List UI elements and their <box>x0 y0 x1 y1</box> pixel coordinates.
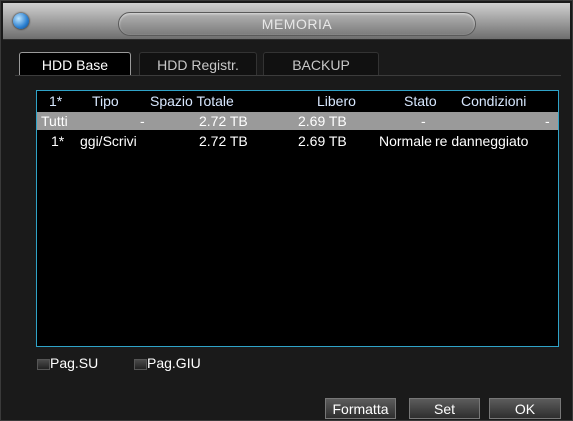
column-header-index: 1* <box>49 93 63 109</box>
table-row[interactable]: Tutti - 2.72 TB 2.69 TB - - <box>37 112 558 130</box>
cell-condizioni: - <box>545 113 550 129</box>
column-header-libero: Libero <box>317 93 356 109</box>
tab-divider <box>15 75 561 76</box>
column-header-tipo: Tipo <box>92 93 119 109</box>
ok-button[interactable]: OK <box>489 398 561 419</box>
tab-backup[interactable]: BACKUP <box>263 52 379 76</box>
column-header-condizioni: Condizioni <box>461 93 527 109</box>
table-header: 1* Tipo Spazio Totale Libero Stato Condi… <box>37 92 558 110</box>
disk-table: 1* Tipo Spazio Totale Libero Stato Condi… <box>36 90 559 347</box>
set-button[interactable]: Set <box>409 398 480 419</box>
tab-hdd-base[interactable]: HDD Base <box>19 52 131 76</box>
window-title: MEMORIA <box>118 12 476 36</box>
page-up-icon[interactable] <box>37 359 50 370</box>
cell-libero: 2.69 TB <box>298 133 347 149</box>
memoria-window: MEMORIA HDD Base HDD Registr. BACKUP 1* … <box>0 0 573 421</box>
format-button[interactable]: Formatta <box>325 398 396 419</box>
cell-condizioni: re danneggiato <box>435 133 529 149</box>
cell-stato: - <box>421 113 426 129</box>
cell-stato: Normale <box>379 133 432 149</box>
cell-tipo: - <box>140 113 145 129</box>
cell-tipo: ggi/Scrivi <box>80 133 137 149</box>
column-header-spazio-totale: Spazio Totale <box>150 93 234 109</box>
page-down-button[interactable]: Pag.GIU <box>147 355 201 371</box>
table-row[interactable]: 1* ggi/Scrivi 2.72 TB 2.69 TB Normale re… <box>37 132 558 150</box>
cell-spazio-totale: 2.72 TB <box>199 133 248 149</box>
page-down-icon[interactable] <box>134 359 147 370</box>
tab-hdd-registr[interactable]: HDD Registr. <box>139 52 257 76</box>
app-logo-icon <box>13 13 29 29</box>
column-header-stato: Stato <box>404 93 437 109</box>
cell-index: 1* <box>51 133 65 149</box>
cell-index: Tutti <box>41 113 68 129</box>
cell-libero: 2.69 TB <box>298 113 347 129</box>
title-bar: MEMORIA <box>3 3 570 40</box>
cell-spazio-totale: 2.72 TB <box>199 113 248 129</box>
page-up-button[interactable]: Pag.SU <box>50 355 98 371</box>
